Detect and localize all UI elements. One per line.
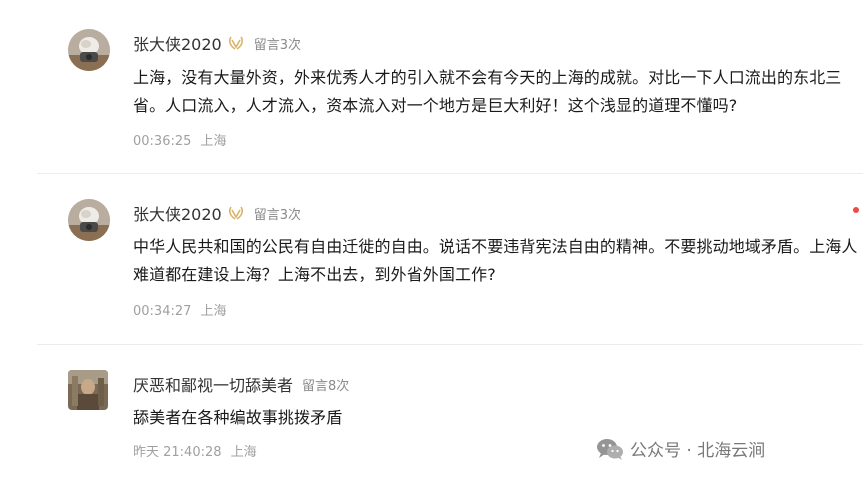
comment-location: 上海 [230,445,257,460]
comment-item: 厌恶和鄙视一切舔美者 留言8次 舔美者在各种编故事挑拨矛盾 昨天 21:40:2… [0,345,863,484]
comment-location: 上海 [200,134,227,149]
comment-item: 张大侠2020 留言3次 中华人民共和国的公民有自由迁徙的自由。说话不要违背宪法… [0,174,863,344]
comment-text: 上海，没有大量外资，外来优秀人才的引入就不会有今天的上海的成就。对比一下人口流出… [133,68,842,115]
comment-header: 张大侠2020 留言3次 [133,31,301,55]
comment-time: 00:34:27 [133,304,192,319]
comment-item: 张大侠2020 留言3次 上海，没有大量外资，外来优秀人才的引入就不会有今天的上… [0,0,863,172]
comment-time: 昨天 21:40:28 [133,445,222,460]
laurel-badge-icon [227,36,245,50]
watermark-text: 公众号 · 北海云涧 [630,441,766,461]
avatar[interactable] [68,199,110,241]
comment-time: 00:36:25 [133,134,192,149]
unread-dot [853,207,859,213]
comment-meta: 昨天 21:40:28 上海 [133,441,257,460]
comment-count: 留言3次 [253,207,302,223]
commenter-name[interactable]: 张大侠2020 [133,201,222,225]
avatar[interactable] [68,370,108,410]
commenter-name[interactable]: 厌恶和鄙视一切舔美者 [133,372,293,396]
comment-count: 留言3次 [253,37,302,53]
comment-location: 上海 [200,304,227,319]
laurel-badge-icon [227,206,245,220]
comment-text: 舔美者在各种编故事挑拨矛盾 [133,408,343,427]
comment-meta: 00:36:25 上海 [133,130,227,149]
comment-text: 中华人民共和国的公民有自由迁徙的自由。说话不要违背宪法自由的精神。不要挑动地域矛… [133,237,858,284]
wechat-icon [596,437,624,461]
comment-meta: 00:34:27 上海 [133,300,227,319]
watermark: 公众号 · 北海云涧 [596,436,765,461]
comment-header: 张大侠2020 留言3次 [133,201,301,225]
avatar[interactable] [68,29,110,71]
comment-count: 留言8次 [302,378,350,394]
commenter-name[interactable]: 张大侠2020 [133,31,222,55]
comment-header: 厌恶和鄙视一切舔美者 留言8次 [133,372,349,396]
